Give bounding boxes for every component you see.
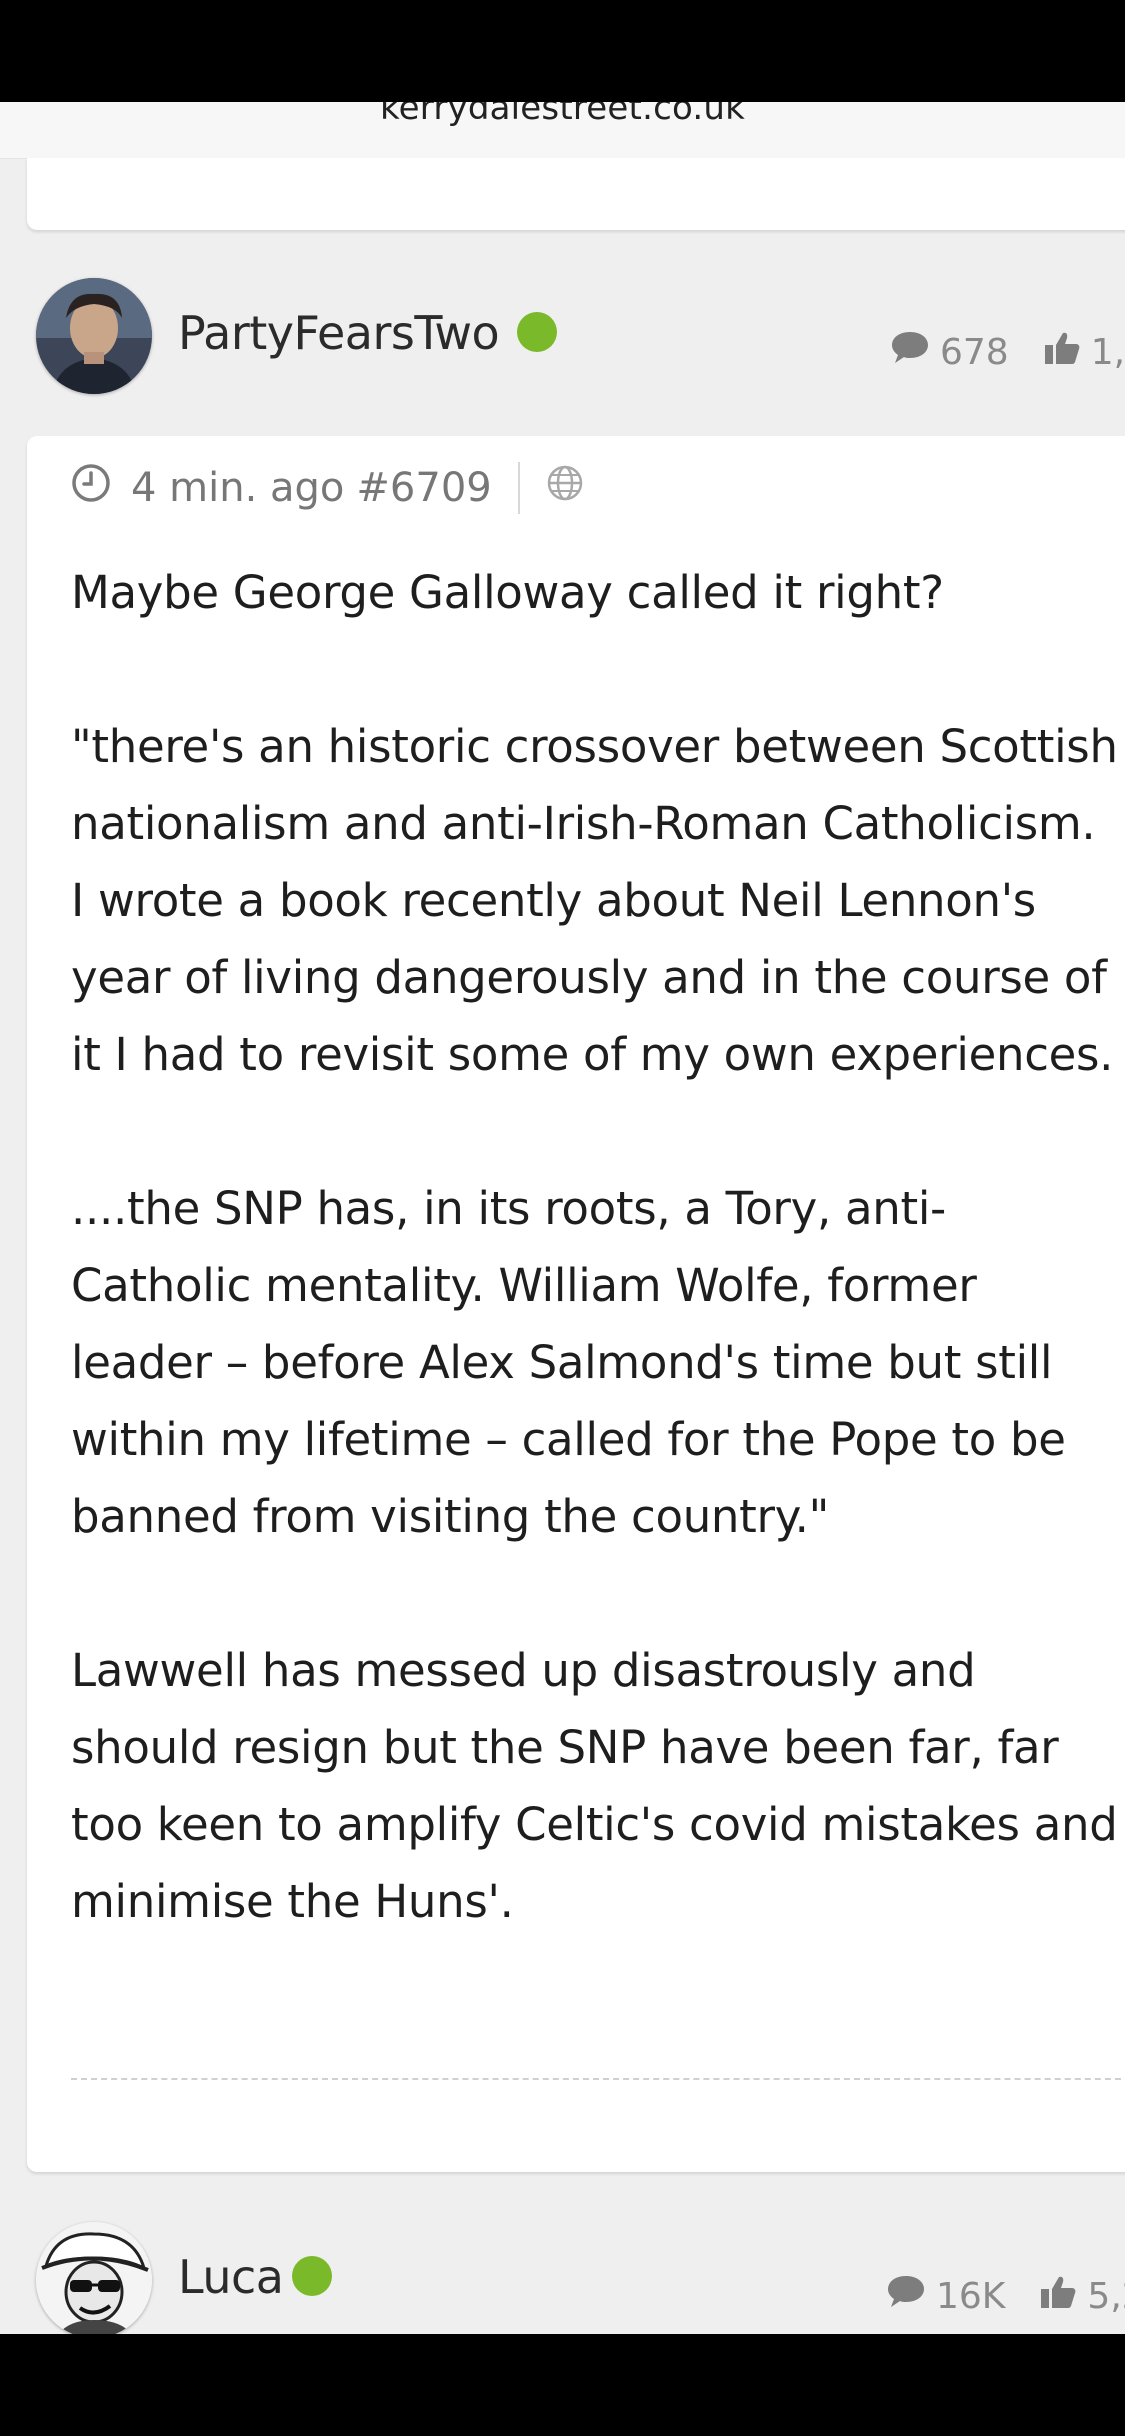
post-paragraph: ....the SNP has, in its roots, a Tory, a… (71, 1182, 1066, 1543)
thumbs-up-icon (1039, 2274, 1077, 2319)
device-status-bar (0, 0, 1125, 102)
user-stats: 678 1,1 (890, 330, 1125, 375)
url-text[interactable]: kerrydalestreet.co.uk (0, 102, 1125, 128)
avatar[interactable] (36, 2222, 152, 2334)
speech-bubble-icon (886, 2274, 926, 2319)
clock-icon (71, 463, 111, 513)
post-card: 4 min. ago #6709 Maybe George Galloway c… (27, 436, 1125, 2172)
user-stats: 16K 5,2 (886, 2274, 1125, 2319)
post-body: Maybe George Galloway called it right? "… (71, 554, 1121, 1940)
meta-separator (517, 462, 520, 514)
post-time: 4 min. ago (131, 465, 345, 511)
post-paragraph: Lawwell has messed up disastrously and s… (71, 1644, 1118, 1928)
device-home-area (0, 2334, 1125, 2436)
post-header: Luca 16K 5,2 (0, 2222, 1125, 2334)
username[interactable]: Luca (178, 2250, 284, 2304)
previous-post-card (27, 158, 1125, 230)
post-number-link[interactable]: #6709 (356, 465, 491, 511)
post-meta: 4 min. ago #6709 (71, 460, 584, 516)
post-paragraph: "there's an historic crossover between S… (71, 720, 1118, 1081)
address-bar[interactable]: kerrydalestreet.co.uk (0, 102, 1125, 159)
globe-icon (546, 464, 584, 512)
avatar[interactable] (36, 278, 152, 394)
post-paragraph: Maybe George Galloway called it right? (71, 566, 944, 619)
speech-bubble-icon (890, 330, 930, 375)
username[interactable]: PartyFearsTwo (178, 306, 500, 360)
post-header: PartyFearsTwo 678 1,1 (0, 278, 1125, 398)
online-status-dot (517, 312, 557, 352)
online-status-dot (292, 2256, 332, 2296)
comments-count: 16K (936, 2276, 1006, 2317)
comments-count: 678 (940, 332, 1009, 373)
signature-divider (71, 2078, 1125, 2080)
likes-count: 5,2 (1087, 2276, 1125, 2317)
browser-viewport[interactable]: kerrydalestreet.co.uk PartyFearsTwo 678 (0, 102, 1125, 2334)
thumbs-up-icon (1043, 330, 1081, 375)
likes-count: 1,1 (1090, 332, 1125, 373)
